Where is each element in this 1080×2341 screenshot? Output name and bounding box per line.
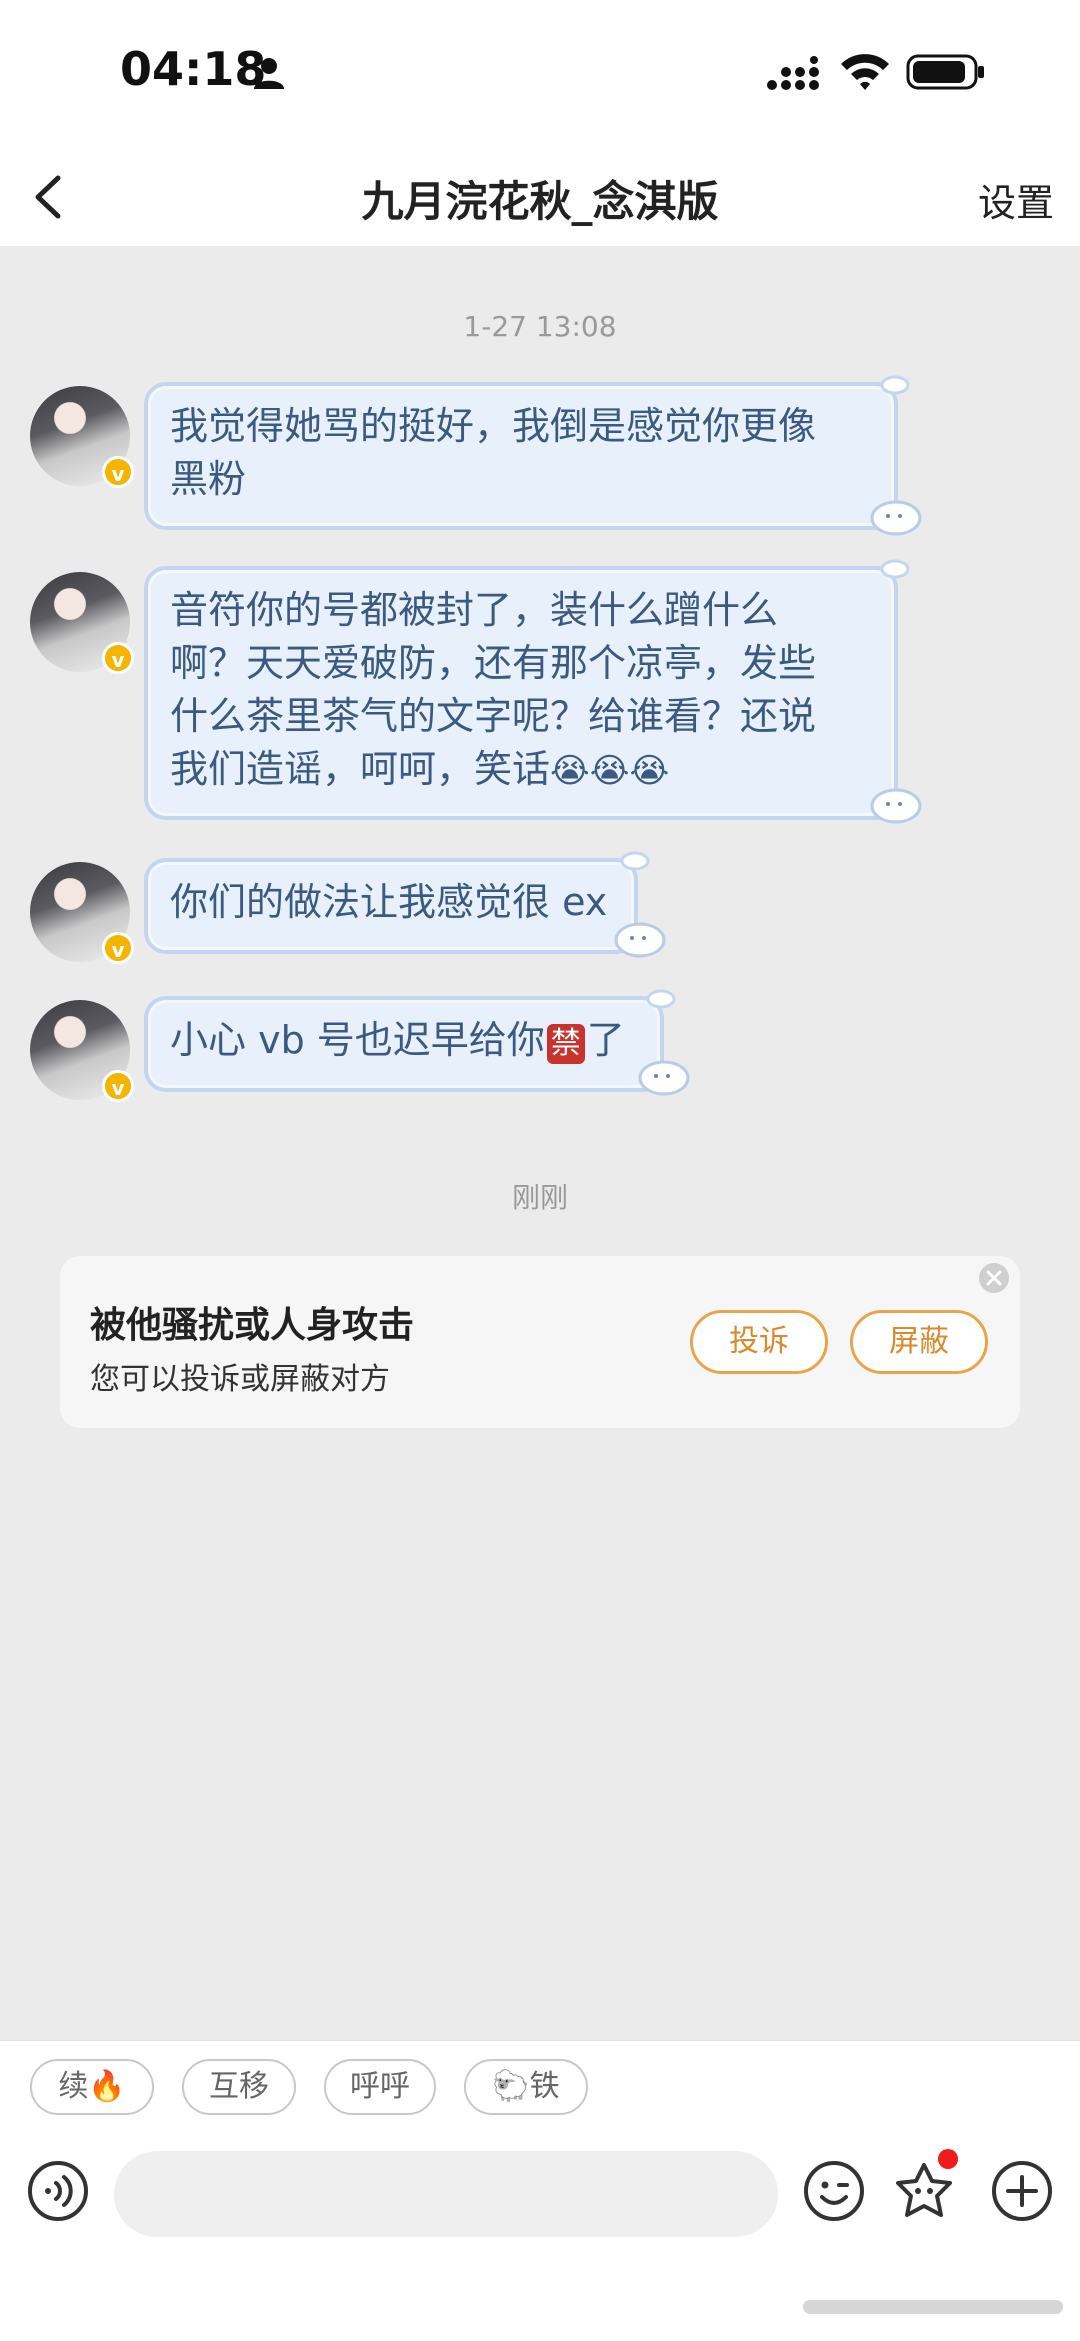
emoji-icon[interactable] — [802, 2159, 866, 2223]
message-bubble[interactable]: 小心 vb 号也迟早给你禁了 — [144, 996, 664, 1092]
complain-button[interactable]: 投诉 — [690, 1310, 828, 1374]
sparkle-decoration-icon — [880, 559, 910, 579]
cloud-decoration-icon — [614, 922, 666, 958]
message-text: 黑粉 — [170, 457, 247, 501]
person-icon — [254, 58, 284, 89]
message-timestamp: 1-27 13:08 — [463, 310, 617, 343]
notification-dot — [938, 2149, 958, 2169]
sparkle-decoration-icon — [620, 851, 650, 871]
message-text: 了 — [586, 1018, 625, 1062]
cloud-decoration-icon — [870, 788, 922, 824]
forbidden-emoji-icon: 禁 — [546, 1024, 585, 1064]
avatar[interactable]: v — [30, 862, 134, 964]
verified-icon: v — [102, 932, 134, 964]
report-card-subtitle: 您可以投诉或屏蔽对方 — [90, 1362, 390, 1397]
quick-reply-chip[interactable]: 呼呼 — [324, 2059, 436, 2115]
message-text: 小心 vb 号也迟早给你 — [170, 1018, 545, 1062]
quick-reply-chip[interactable]: 🐑铁 — [464, 2059, 588, 2115]
wifi-icon — [841, 54, 889, 90]
message-bubble[interactable]: 你们的做法让我感觉很 ex — [144, 858, 638, 954]
message-text: 音符你的号都被封了，装什么蹭什么 — [170, 588, 779, 632]
settings-button[interactable]: 设置 — [978, 172, 1054, 227]
quick-reply-chip[interactable]: 续🔥 — [30, 2059, 154, 2115]
avatar[interactable]: v — [30, 1000, 134, 1102]
status-bar: 04:18 — [0, 0, 1080, 150]
quick-reply-chip[interactable]: 互移 — [182, 2059, 296, 2115]
chat-header: 九月浣花秋_念淇版 设置 — [0, 150, 1080, 246]
message-text: 什么茶里茶气的文字呢？给谁看？还说 — [170, 694, 817, 738]
cloud-decoration-icon — [638, 1060, 690, 1096]
avatar[interactable]: v — [30, 572, 134, 674]
sparkle-decoration-icon — [646, 989, 676, 1009]
message-text: 我觉得她骂的挺好，我倒是感觉你更像 — [170, 404, 817, 448]
avatar[interactable]: v — [30, 386, 134, 488]
battery-icon — [906, 54, 984, 90]
plus-icon[interactable] — [990, 2159, 1054, 2223]
status-time: 04:18 — [120, 42, 267, 96]
chat-title: 九月浣花秋_念淇版 — [361, 177, 719, 226]
message-text: 啊？天天爱破防，还有那个凉亭，发些 — [170, 641, 817, 685]
message-input[interactable] — [114, 2151, 778, 2237]
recent-timestamp: 刚刚 — [511, 1181, 568, 1214]
block-button[interactable]: 屏蔽 — [850, 1310, 988, 1374]
verified-icon: v — [102, 642, 134, 674]
crying-emoji-icon: 😭😭😭 — [550, 751, 670, 791]
sparkle-decoration-icon — [880, 375, 910, 395]
input-area: 续🔥 互移 呼呼 🐑铁 — [0, 2040, 1080, 2341]
message-text: 我们造谣，呵呵，笑话 — [170, 747, 551, 791]
cloud-decoration-icon — [870, 500, 922, 536]
message-text: 你们的做法让我感觉很 ex — [170, 880, 608, 924]
report-card-title: 被他骚扰或人身攻击 — [90, 1305, 415, 1346]
message-bubble[interactable]: 我觉得她骂的挺好，我倒是感觉你更像 黑粉 — [144, 382, 898, 530]
verified-icon: v — [102, 456, 134, 488]
verified-icon: v — [102, 1070, 134, 1102]
harassment-report-card: 被他骚扰或人身攻击 您可以投诉或屏蔽对方 投诉 屏蔽 — [60, 1256, 1020, 1428]
home-indicator[interactable] — [803, 2300, 1063, 2314]
signal-icon — [767, 56, 819, 90]
close-icon[interactable] — [978, 1262, 1010, 1294]
message-bubble[interactable]: 音符你的号都被封了，装什么蹭什么 啊？天天爱破防，还有那个凉亭，发些 什么茶里茶… — [144, 566, 898, 820]
voice-icon[interactable] — [26, 2159, 90, 2223]
